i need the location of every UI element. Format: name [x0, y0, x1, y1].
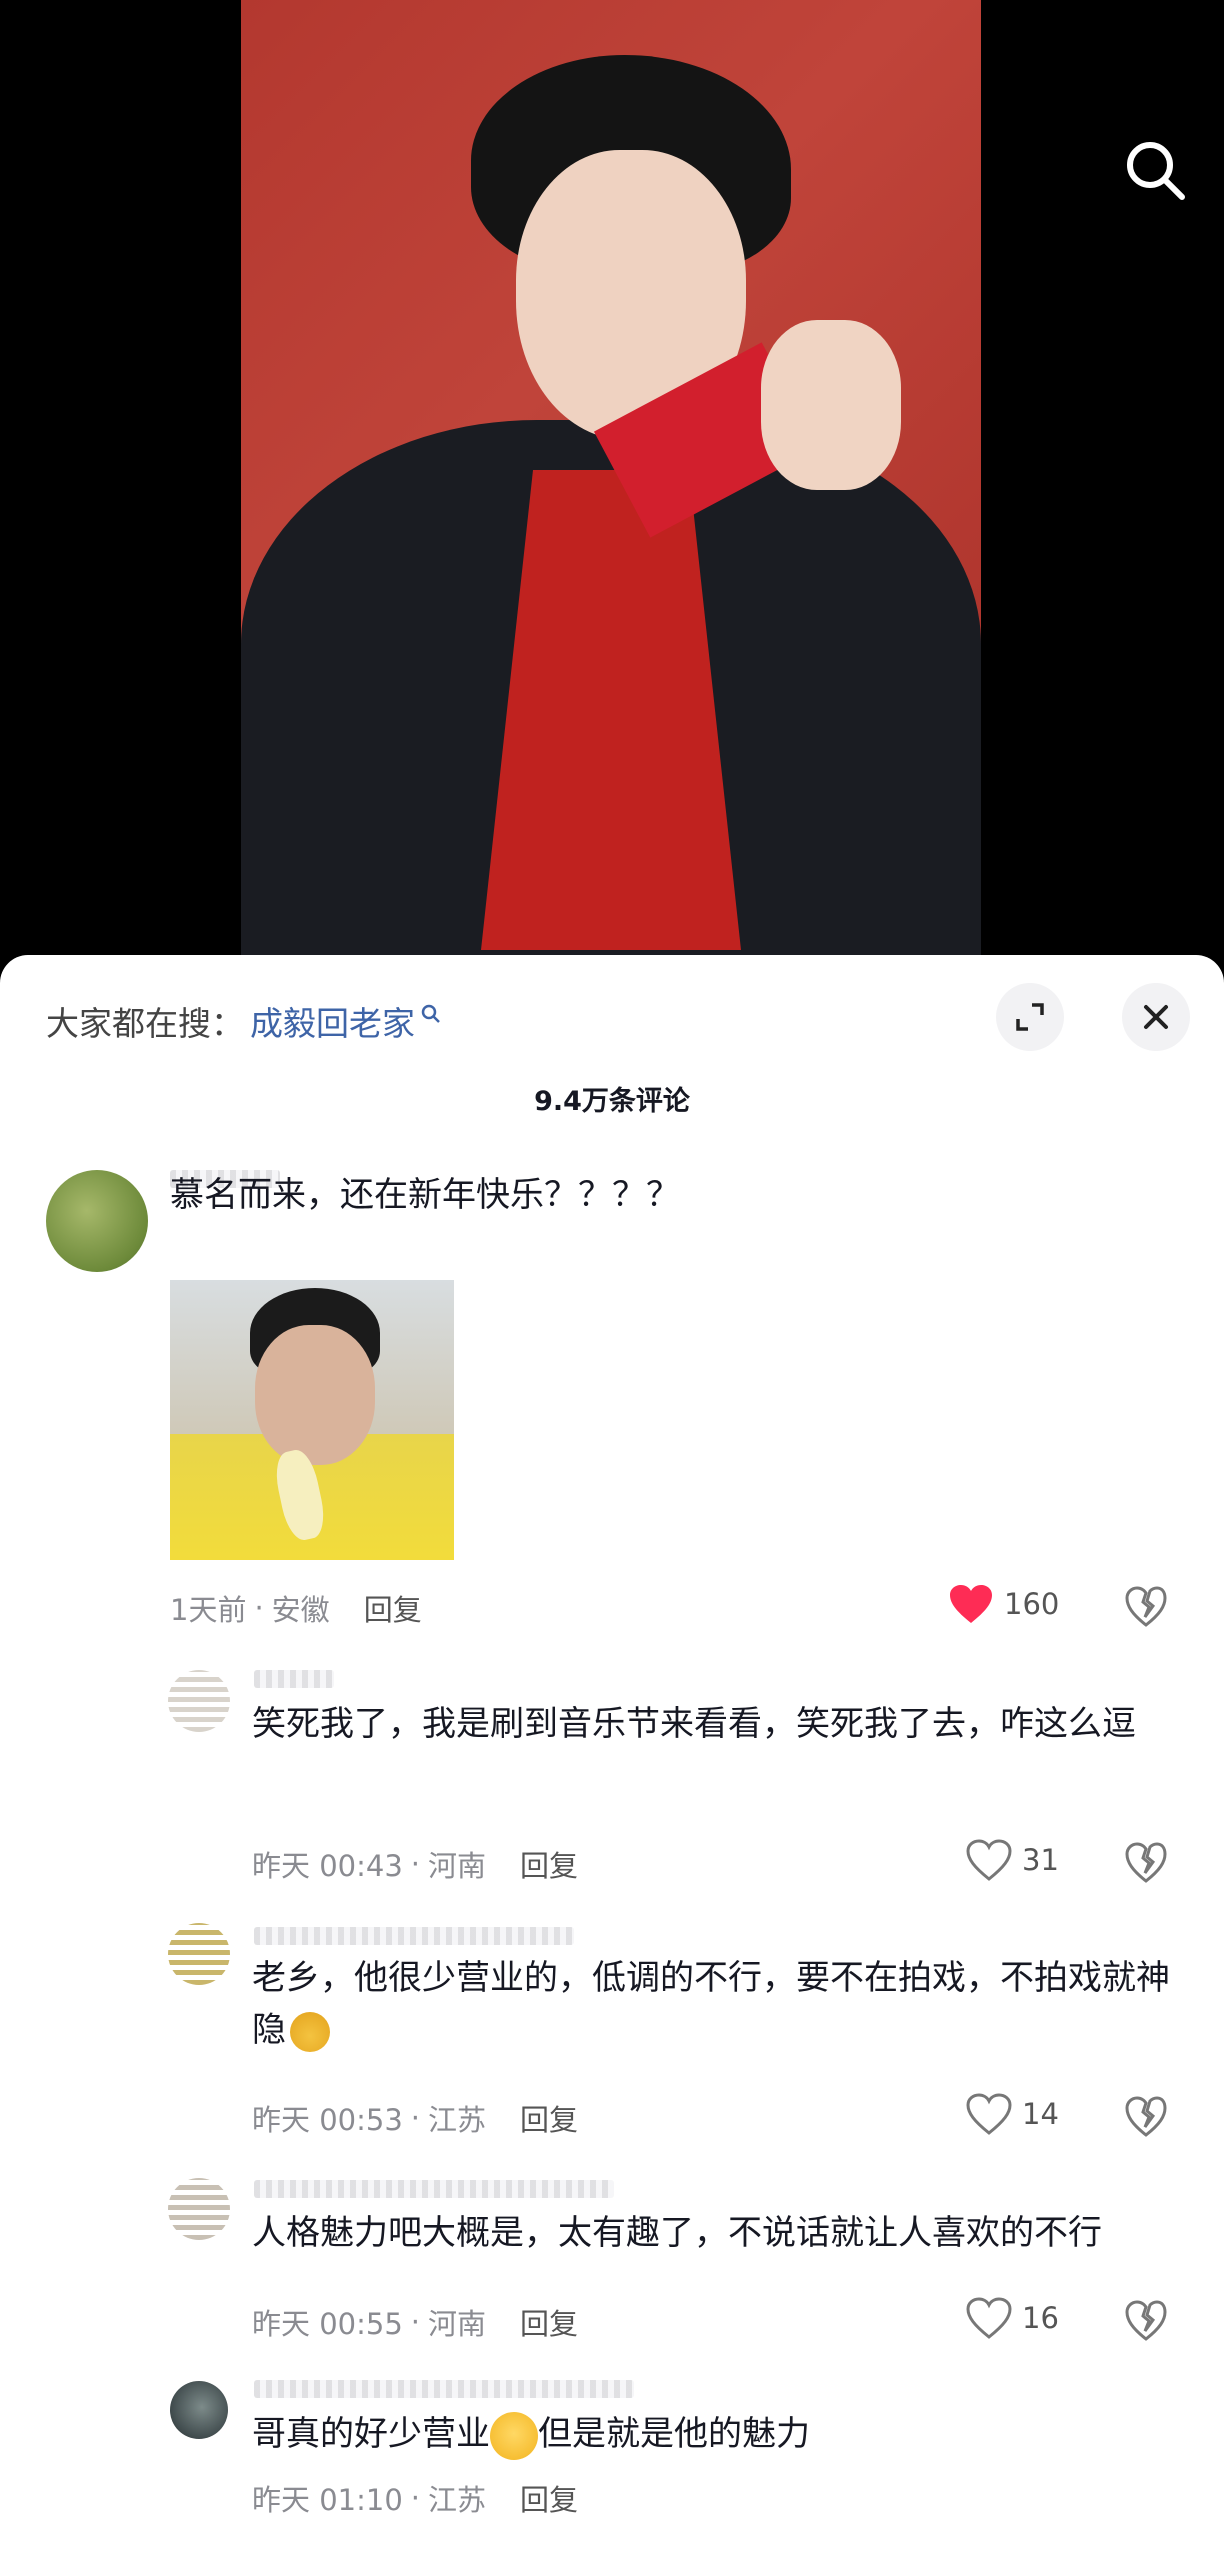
broken-heart-icon[interactable]	[1124, 1841, 1168, 1885]
finger-heart-emoji	[290, 2011, 330, 2052]
comment-text-part-2: 但是就是他的魅力	[538, 2414, 810, 2454]
avatar[interactable]	[168, 2178, 230, 2240]
like-button[interactable]: 14	[966, 2093, 1059, 2135]
comment-time: 昨天 01:10	[252, 2483, 403, 2517]
comment-text: 笑死我了，我是刷到音乐节来看看，笑死我了去，咋这么逗	[252, 1704, 1136, 1744]
comment-location: 河南	[428, 2307, 487, 2341]
search-icon[interactable]	[1120, 135, 1190, 205]
like-count: 14	[1022, 2097, 1059, 2131]
trending-search[interactable]: 大家都在搜： 成毅回老家	[46, 997, 441, 1045]
heart-icon	[966, 1839, 1012, 1881]
video-frame-photo	[241, 0, 981, 955]
like-count: 31	[1022, 1843, 1059, 1877]
comment-location: 江苏	[428, 2103, 487, 2137]
comment-meta: 昨天 00:55 · 河南 回复	[252, 2301, 578, 2343]
comment-time: 昨天 00:43	[252, 1849, 403, 1883]
comment-text: 慕名而来，还在新年快乐？？？？	[170, 1175, 680, 1215]
reply-button[interactable]: 回复	[364, 1587, 422, 1629]
video-area[interactable]	[0, 0, 1224, 985]
comment-meta: 昨天 00:53 · 江苏 回复	[252, 2097, 578, 2139]
trending-search-prefix: 大家都在搜：	[46, 1004, 244, 1043]
username-blurred[interactable]	[254, 2380, 634, 2398]
heart-icon	[950, 1585, 992, 1623]
avatar[interactable]	[168, 1670, 230, 1732]
broken-heart-icon[interactable]	[1124, 2299, 1168, 2343]
comment-location: 安徽	[271, 1593, 330, 1627]
comment-text: 老乡，他很少营业的，低调的不行，要不在拍戏，不拍戏就神隐	[252, 1952, 1172, 2056]
heart-icon	[966, 2297, 1012, 2339]
comment-meta: 1天前 · 安徽 回复	[170, 1587, 422, 1629]
username-blurred[interactable]	[254, 1670, 334, 1688]
avatar[interactable]	[46, 1170, 148, 1272]
trending-search-keyword[interactable]: 成毅回老家	[250, 997, 415, 1045]
broken-heart-icon[interactable]	[1124, 2095, 1168, 2139]
comment-text: 哥真的好少营业 但是就是他的魅力	[252, 2408, 1192, 2460]
heart-icon	[966, 2093, 1012, 2135]
comment-location: 江苏	[428, 2483, 487, 2517]
reply-button[interactable]: 回复	[520, 2477, 578, 2519]
close-icon	[1144, 1005, 1168, 1029]
comment-text: 人格魅力吧大概是，太有趣了，不说话就让人喜欢的不行	[252, 2213, 1102, 2253]
expand-button[interactable]	[996, 983, 1064, 1051]
like-button[interactable]: 160	[948, 1583, 1059, 1625]
comment-sheet: 大家都在搜： 成毅回老家 9.4万条评论 慕名而来，还在新年快乐？？？？ 1天前…	[0, 955, 1224, 2554]
reply-button[interactable]: 回复	[520, 2301, 578, 2343]
comment-location: 河南	[428, 1849, 487, 1883]
broken-heart-icon[interactable]	[1124, 1585, 1168, 1629]
comment-time: 1天前	[170, 1593, 247, 1627]
like-count: 16	[1022, 2301, 1059, 2335]
avatar[interactable]	[168, 1923, 230, 1985]
reply-button[interactable]: 回复	[520, 2097, 578, 2139]
comment-text-part-1: 哥真的好少营业	[252, 2414, 490, 2454]
close-button[interactable]	[1122, 983, 1190, 1051]
comment-count: 9.4万条评论	[534, 1086, 690, 1117]
like-count: 160	[1004, 1587, 1060, 1621]
pleading-emoji	[490, 2411, 538, 2460]
comment-meta: 昨天 00:43 · 河南 回复	[252, 1843, 578, 1885]
username-blurred[interactable]	[254, 1927, 574, 1945]
comment-time: 昨天 00:53	[252, 2103, 403, 2137]
like-button[interactable]: 16	[966, 2297, 1059, 2339]
comment-time: 昨天 00:55	[252, 2307, 403, 2341]
reply-button[interactable]: 回复	[520, 1843, 578, 1885]
comment-meta: 昨天 01:10 · 江苏 回复	[252, 2477, 578, 2519]
magnifier-small-icon	[421, 1004, 440, 1023]
comment-image[interactable]	[170, 1280, 454, 1560]
like-button[interactable]: 31	[966, 1839, 1059, 1881]
username-blurred[interactable]	[254, 2180, 614, 2198]
comment-text-body: 老乡，他很少营业的，低调的不行，要不在拍戏，不拍戏就神隐	[252, 1958, 1170, 2050]
avatar[interactable]	[170, 2381, 228, 2439]
expand-icon	[1016, 1003, 1044, 1031]
